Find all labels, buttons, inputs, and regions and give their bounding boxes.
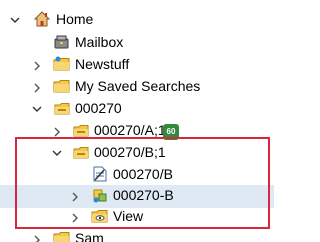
tree-item-000270-a1[interactable]: 000270/A;1 60 <box>0 120 274 143</box>
assembly-icon <box>93 189 107 203</box>
tree-item-label: 000270/B <box>113 166 173 182</box>
folder-icon <box>53 80 70 93</box>
tree-item-home[interactable]: Home <box>0 9 274 32</box>
tree-item-view[interactable]: View <box>0 206 274 229</box>
view-folder-icon <box>91 210 108 223</box>
navigation-tree: Home Mailbox Newstuff My Saved Searches … <box>0 0 274 242</box>
tree-item-label: 000270 <box>75 100 122 116</box>
cabinet-folder-icon <box>73 125 89 137</box>
chevron-right-icon[interactable] <box>30 233 44 242</box>
chevron-down-icon[interactable] <box>30 102 44 116</box>
home-icon <box>33 11 51 27</box>
chevron-down-icon[interactable] <box>8 13 22 27</box>
chevron-right-icon[interactable] <box>68 190 82 204</box>
mailbox-icon <box>54 35 69 49</box>
tree-item-label: My Saved Searches <box>75 78 201 94</box>
chevron-right-icon[interactable] <box>30 59 44 73</box>
tree-item-000270-b-document[interactable]: 000270/B <box>0 164 274 187</box>
tree-item-label: Home <box>56 11 94 27</box>
folder-icon <box>53 56 70 71</box>
tree-item-mailbox[interactable]: Mailbox <box>0 32 274 55</box>
document-icon <box>93 166 107 182</box>
count-badge: 60 <box>163 124 179 140</box>
tree-item-000270-b-assembly[interactable]: 000270-B <box>0 185 274 208</box>
chevron-right-icon[interactable] <box>30 81 44 95</box>
chevron-down-icon[interactable] <box>50 146 64 160</box>
tree-item-sam[interactable]: Sam <box>0 228 274 242</box>
tree-item-000270-b1[interactable]: 000270/B;1 <box>0 142 274 165</box>
tree-item-my-saved-searches[interactable]: My Saved Searches <box>0 76 274 99</box>
cabinet-folder-icon <box>54 103 70 115</box>
tree-item-newstuff[interactable]: Newstuff <box>0 54 274 77</box>
folder-icon <box>53 232 70 242</box>
cabinet-folder-icon <box>73 147 89 159</box>
tree-item-label: 000270/B;1 <box>94 144 166 160</box>
tree-item-label: Sam <box>75 230 104 242</box>
tree-item-label: 000270/A;1 <box>94 122 166 138</box>
tree-item-label: Mailbox <box>75 34 124 50</box>
tree-item-000270[interactable]: 000270 <box>0 98 274 121</box>
tree-item-label: 000270-B <box>113 187 174 203</box>
tree-item-label: View <box>113 208 144 224</box>
chevron-right-icon[interactable] <box>50 125 64 139</box>
chevron-right-icon[interactable] <box>68 211 82 225</box>
tree-item-label: Newstuff <box>75 56 130 72</box>
